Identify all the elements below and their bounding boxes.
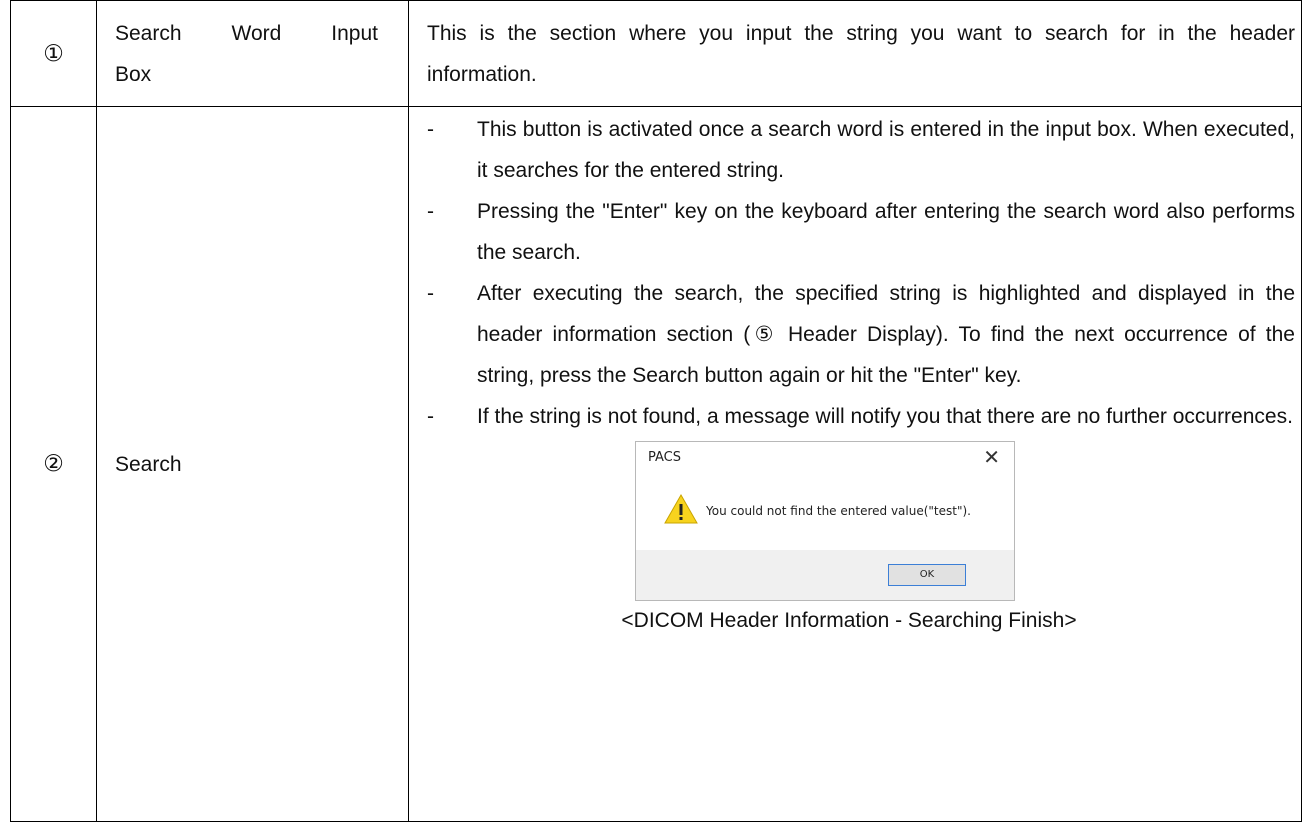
row-number: ① xyxy=(10,0,97,107)
bullet-text: This button is activated once a search w… xyxy=(477,118,1295,182)
row-name-line2: Box xyxy=(115,62,152,86)
row-number: ② xyxy=(10,106,97,822)
list-item: - This button is activated once a search … xyxy=(427,109,1295,191)
bullet-list: - This button is activated once a search … xyxy=(427,109,1295,437)
row-description: This is the section where you input the … xyxy=(408,0,1302,107)
dialog-body: You could not find the entered value("te… xyxy=(636,472,1014,546)
bullet-marker: - xyxy=(427,118,434,141)
bullet-text: Pressing the "Enter" key on the keyboard… xyxy=(477,200,1295,264)
dialog-message: You could not find the entered value("te… xyxy=(706,504,971,518)
list-item: - After executing the search, the specifi… xyxy=(427,273,1295,396)
pacs-dialog: PACS ✕ You could not find the entered va… xyxy=(635,441,1015,601)
dialog-footer: OK xyxy=(636,550,1014,600)
table-row: ② Search - This button is activated once … xyxy=(10,106,1302,822)
row-name: Search xyxy=(96,106,409,822)
bullet-marker: - xyxy=(427,282,434,305)
description-text: This is the section where you input the … xyxy=(427,21,1295,86)
figure-caption: <DICOM Header Information - Searching Fi… xyxy=(621,609,1077,632)
bullet-marker: - xyxy=(427,200,434,223)
dialog-title: PACS xyxy=(648,450,682,465)
ok-button[interactable]: OK xyxy=(888,564,966,586)
bullet-text: If the string is not found, a message wi… xyxy=(477,405,1293,428)
list-item: - Pressing the "Enter" key on the keyboar… xyxy=(427,191,1295,273)
table-row: ① Search Word Input Box This is the sect… xyxy=(10,0,1302,107)
close-icon[interactable]: ✕ xyxy=(983,445,1000,469)
bullet-text: After executing the search, the specifie… xyxy=(477,282,1295,387)
bullet-marker: - xyxy=(427,405,434,428)
row-name: Search Word Input Box xyxy=(96,0,409,107)
row-description: - This button is activated once a search … xyxy=(408,106,1302,822)
row-name-line1: Search Word Input xyxy=(115,21,378,45)
spec-table: ① Search Word Input Box This is the sect… xyxy=(10,0,1302,822)
list-item: - If the string is not found, a message w… xyxy=(427,396,1295,437)
